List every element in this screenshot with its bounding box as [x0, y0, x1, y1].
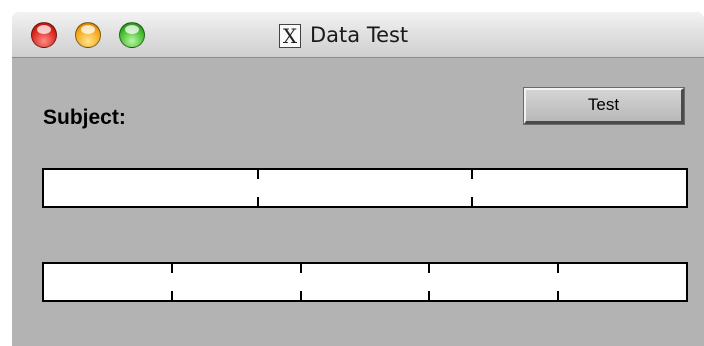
close-window-button[interactable]	[31, 22, 57, 48]
segment-divider	[257, 170, 259, 179]
segmented-field-2[interactable]	[42, 262, 688, 302]
test-button[interactable]: Test	[523, 87, 685, 125]
x11-icon: X	[279, 24, 301, 48]
segment-divider	[471, 197, 473, 206]
segmented-field-1[interactable]	[42, 168, 688, 208]
data-test-window: X Data Test Subject: Test	[12, 12, 704, 346]
segment-divider	[300, 264, 302, 273]
subject-label: Subject:	[43, 106, 126, 129]
title-bar[interactable]: X Data Test	[12, 12, 704, 58]
segment-divider	[557, 291, 559, 300]
segment-divider	[171, 291, 173, 300]
segment-divider	[428, 291, 430, 300]
segment-divider	[557, 264, 559, 273]
segment-divider	[471, 170, 473, 179]
minimize-window-button[interactable]	[75, 22, 101, 48]
segment-divider	[300, 291, 302, 300]
segment-divider	[171, 264, 173, 273]
zoom-window-button[interactable]	[119, 22, 145, 48]
window-title: Data Test	[310, 23, 409, 47]
segment-divider	[428, 264, 430, 273]
segment-divider	[257, 197, 259, 206]
